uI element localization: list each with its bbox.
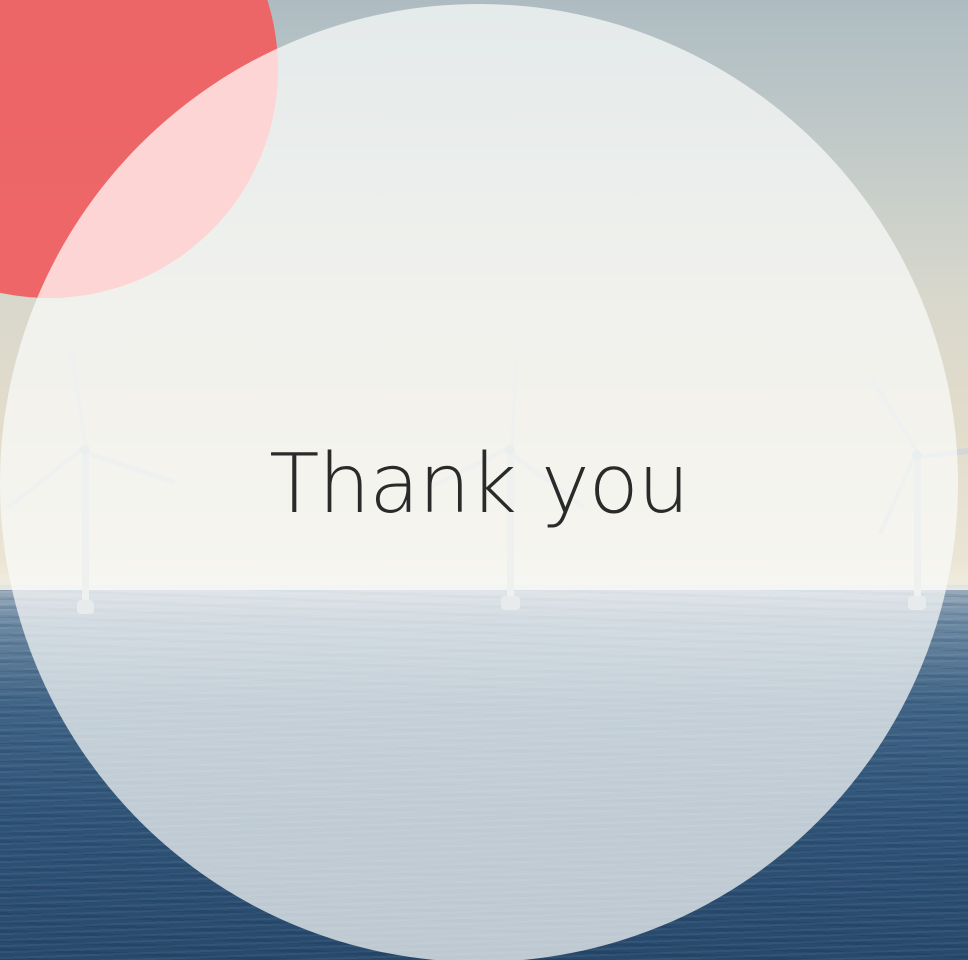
slide-title: Thank you [269,437,690,532]
thank-you-slide: Thank you [0,0,968,960]
